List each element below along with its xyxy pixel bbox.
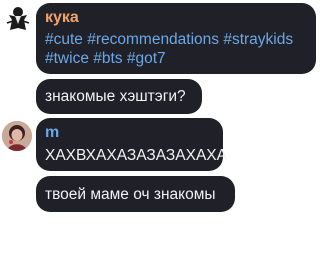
message-bubble[interactable]: твоей маме оч знакомы	[36, 176, 235, 212]
hashtags-line[interactable]: #twice #bts #got7	[45, 49, 306, 68]
message-text: знакомые хэштэги?	[45, 88, 186, 105]
message-bubble-m[interactable]: m ХАХВХАХАЗАЗАЗАХАХА	[36, 118, 227, 171]
message-text: твоей маме оч знакомы	[45, 186, 216, 203]
avatar-kuka[interactable]	[3, 3, 33, 33]
message-bubble[interactable]: знакомые хэштэги?	[36, 79, 202, 114]
avatar-m[interactable]	[2, 121, 32, 151]
message-bubble-kuka[interactable]: кука #cute #recommendations #straykids #…	[36, 3, 316, 74]
sender-name[interactable]: m	[45, 124, 213, 142]
sender-name[interactable]: кука	[45, 9, 306, 27]
character-avatar-icon	[6, 7, 30, 30]
profile-photo-icon	[2, 121, 32, 151]
hashtags-line[interactable]: #cute #recommendations #straykids	[45, 30, 306, 49]
message-text: ХАХВХАХАЗАЗАЗАХАХА	[45, 147, 227, 164]
